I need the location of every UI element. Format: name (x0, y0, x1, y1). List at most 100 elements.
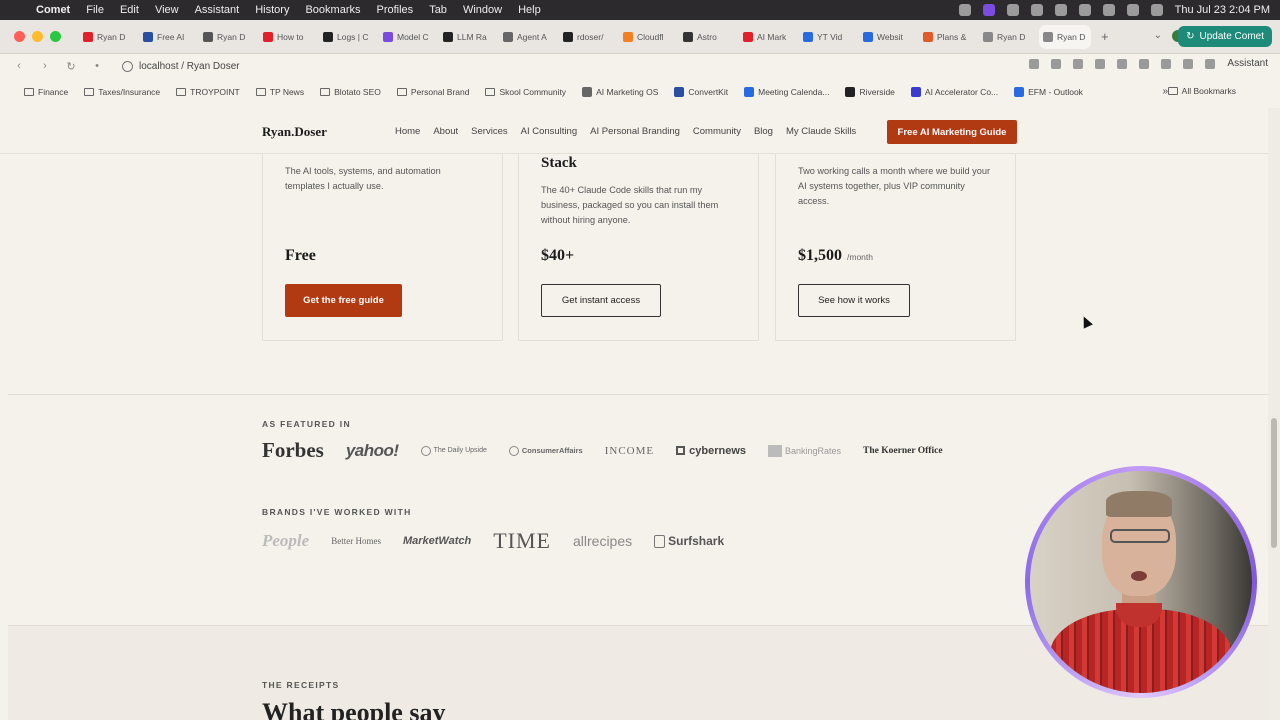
menu-history[interactable]: History (255, 4, 289, 16)
browser-tab[interactable]: Plans & (919, 25, 979, 49)
tray-recorder-icon[interactable] (982, 4, 995, 16)
nav-blog[interactable]: Blog (754, 126, 773, 137)
extension-icon[interactable] (1095, 58, 1106, 69)
update-label: Update Comet (1199, 31, 1264, 42)
bookmark-item[interactable]: Meeting Calenda... (744, 87, 829, 97)
bookmark-item[interactable]: TROYPOINT (176, 87, 240, 97)
nav-ai-personal-branding[interactable]: AI Personal Branding (590, 126, 680, 137)
tab-favicon-icon (743, 31, 753, 42)
bookmark-item[interactable]: Skool Community (485, 87, 566, 97)
browser-tab[interactable]: Agent A (499, 25, 559, 49)
tab-search-chevron-icon[interactable]: ⌄ (1154, 30, 1162, 41)
nav-community[interactable]: Community (693, 126, 741, 137)
site-logo[interactable]: Ryan.Doser (262, 124, 327, 140)
new-tab-button[interactable]: + (1101, 29, 1109, 44)
browser-tab[interactable]: YT Vid (799, 25, 859, 49)
control-center-icon[interactable] (1126, 4, 1139, 16)
menu-icon[interactable] (1183, 58, 1194, 69)
bookmark-item[interactable]: TP News (255, 87, 305, 97)
page-scrollbar[interactable] (1268, 108, 1280, 720)
get-instant-access-button[interactable]: Get instant access (541, 284, 661, 317)
browser-tab[interactable]: rdoser/ (559, 25, 619, 49)
menu-tab[interactable]: Tab (429, 4, 447, 16)
url-text[interactable]: localhost / Ryan Doser (139, 61, 240, 72)
menu-file[interactable]: File (86, 4, 104, 16)
browser-tab[interactable]: Free AI (139, 25, 199, 49)
menu-view[interactable]: View (155, 4, 179, 16)
scrollbar-thumb[interactable] (1271, 418, 1277, 548)
menu-app[interactable]: Comet (36, 4, 70, 16)
bookmark-item[interactable]: Blotato SEO (320, 87, 381, 97)
wifi-icon[interactable] (1078, 4, 1091, 16)
share-icon[interactable] (1051, 58, 1062, 69)
update-comet-button[interactable]: ↻ Update Comet (1178, 26, 1272, 47)
bookmark-item[interactable]: Taxes/Insurance (84, 87, 160, 97)
menu-bookmarks[interactable]: Bookmarks (305, 4, 360, 16)
assistant-button[interactable]: Assistant (1227, 58, 1268, 69)
back-arrow-icon[interactable]: ‹ (12, 60, 26, 72)
browser-tab[interactable]: Ryan D (79, 25, 139, 49)
menu-window[interactable]: Window (463, 4, 502, 16)
free-guide-cta-button[interactable]: Free AI Marketing Guide (887, 120, 1017, 144)
browser-tab[interactable]: LLM Ra (439, 25, 499, 49)
see-how-it-works-button[interactable]: See how it works (798, 284, 910, 317)
bookmark-item[interactable]: ConvertKit (674, 87, 728, 97)
tab-label: AI Mark (757, 31, 787, 42)
bookmark-item[interactable]: Riverside (845, 87, 895, 97)
forward-arrow-icon[interactable]: › (38, 60, 52, 72)
menubar-clock[interactable]: Thu Jul 23 2:04 PM (1175, 4, 1270, 16)
site-info-icon[interactable] (122, 60, 133, 72)
bookmark-item[interactable]: AI Accelerator Co... (910, 87, 998, 97)
all-bookmarks-button[interactable]: All Bookmarks (1167, 86, 1236, 96)
extension-icon[interactable] (1139, 58, 1150, 69)
folder-icon (255, 88, 266, 96)
nav-home[interactable]: Home (395, 126, 420, 137)
browser-tab[interactable]: Logs | C (319, 25, 379, 49)
tray-play-icon[interactable] (1030, 4, 1043, 16)
bookmark-item[interactable]: EFM - Outlook (1014, 87, 1083, 97)
window-maximize-button[interactable] (50, 31, 61, 42)
price-value: Free (285, 247, 316, 264)
battery-icon[interactable] (1054, 4, 1067, 16)
bookmark-label: TP News (269, 87, 305, 97)
tab-label: How to (277, 31, 304, 42)
bookmark-star-icon[interactable] (1029, 58, 1040, 69)
reload-icon[interactable]: ↻ (64, 60, 78, 73)
url-field[interactable]: localhost / Ryan Doser (122, 60, 240, 72)
browser-tab[interactable]: Ryan D (979, 25, 1039, 49)
menu-edit[interactable]: Edit (120, 4, 139, 16)
browser-tab[interactable]: AI Mark (739, 25, 799, 49)
get-free-guide-button[interactable]: Get the free guide (285, 284, 402, 317)
tray-app-icon[interactable] (1006, 4, 1019, 16)
browser-tab-active[interactable]: Ryan D (1039, 24, 1091, 49)
window-close-button[interactable] (14, 31, 25, 42)
bookmark-item[interactable]: Personal Brand (396, 87, 469, 97)
microphone-icon[interactable]: • (90, 60, 104, 72)
menu-help[interactable]: Help (518, 4, 541, 16)
browser-tab[interactable]: Ryan D (199, 25, 259, 49)
browser-tab[interactable]: Cloudfl (619, 25, 679, 49)
search-icon[interactable] (1102, 4, 1115, 16)
extension-icon[interactable] (1073, 58, 1084, 69)
browser-tab[interactable]: Astro (679, 25, 739, 49)
nav-ai-consulting[interactable]: AI Consulting (521, 126, 578, 137)
audio-icon[interactable] (1205, 58, 1216, 69)
extension-icon[interactable] (1117, 58, 1128, 69)
nav-about[interactable]: About (433, 126, 458, 137)
bookmark-label: Meeting Calenda... (758, 87, 830, 97)
tray-app-icon[interactable] (958, 4, 971, 16)
tab-label: Free AI (157, 31, 185, 42)
tab-label: Ryan D (217, 31, 246, 42)
menu-assistant[interactable]: Assistant (195, 4, 240, 16)
nav-my-claude-skills[interactable]: My Claude Skills (786, 126, 856, 137)
nav-services[interactable]: Services (471, 126, 507, 137)
extension-icon[interactable] (1161, 58, 1172, 69)
menu-profiles[interactable]: Profiles (377, 4, 414, 16)
browser-tab[interactable]: Websit (859, 25, 919, 49)
browser-tab[interactable]: How to (259, 25, 319, 49)
bookmark-item[interactable]: Finance (24, 87, 68, 97)
window-minimize-button[interactable] (32, 31, 43, 42)
siri-icon[interactable] (1150, 4, 1163, 16)
bookmark-item[interactable]: AI Marketing OS (582, 87, 658, 97)
browser-tab[interactable]: Model C (379, 25, 439, 49)
